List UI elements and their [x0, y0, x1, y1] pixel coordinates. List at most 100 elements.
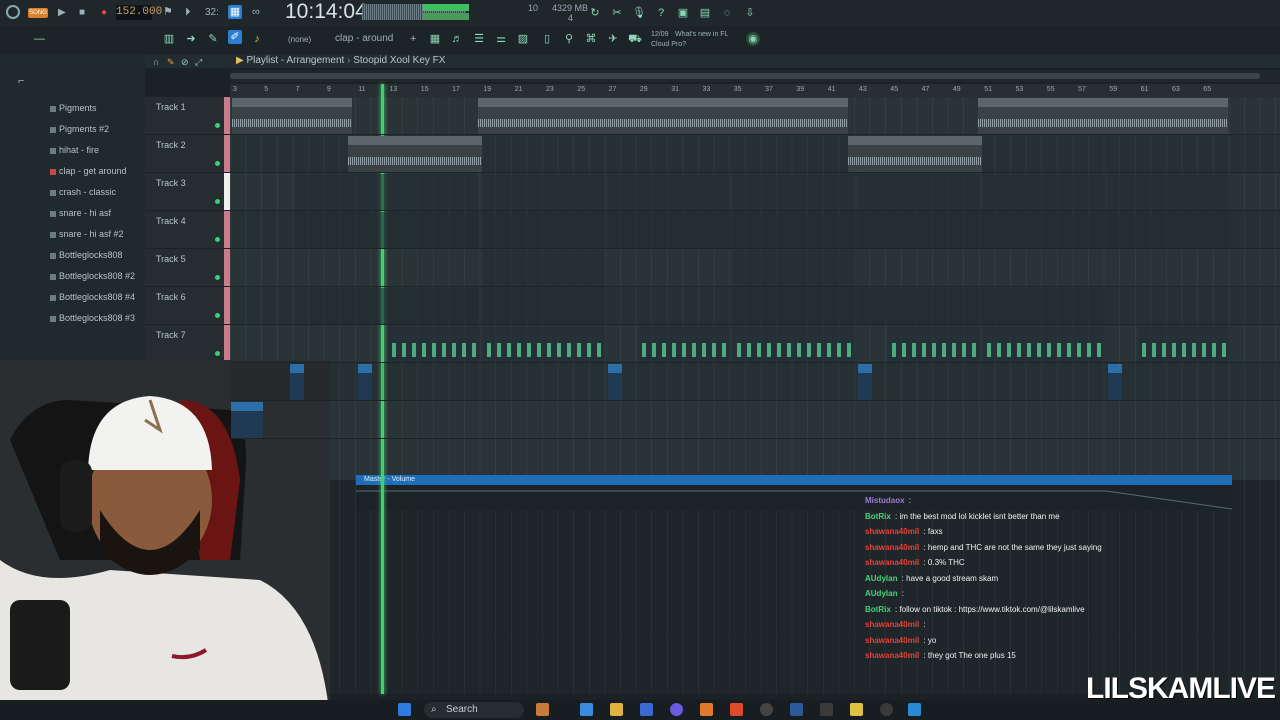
news-subline[interactable]: Cloud Pro?	[651, 38, 686, 52]
playlist-clip[interactable]: clap - get around	[1108, 212, 1230, 248]
track-header[interactable]: Track 1	[145, 97, 230, 135]
playlist-clip[interactable]: Bottleglocks808 #4	[388, 326, 480, 362]
browser-item[interactable]: Pigments #2	[50, 124, 109, 134]
playlist-clip[interactable]: clap - get around	[608, 212, 730, 248]
pencil-icon[interactable]: ✎	[206, 32, 220, 46]
playlist-clip[interactable]: The Smashing Pumpk..eo) [music vocals]	[348, 136, 482, 172]
playlist-clip[interactable]: hihat - fire	[358, 174, 478, 210]
playlist-clip[interactable]: snare - hi asf #2	[733, 250, 855, 286]
playlist-clip[interactable]: hihat - fire	[858, 174, 980, 210]
playlist-clip[interactable]: hihat - fire	[608, 174, 730, 210]
playlist-clip[interactable]: Bottleglocks808 #4	[1138, 326, 1230, 362]
track-header[interactable]: Track 6	[145, 287, 230, 325]
browser-item[interactable]: Bottleglocks808 #2	[50, 271, 135, 281]
playlist-clip[interactable]: snare - hi asf	[983, 288, 1105, 324]
playlist-clip[interactable]: The Smashing Pumpk..eo) [music vocals]	[848, 136, 982, 172]
playlist-clip[interactable]: The..s]	[262, 98, 292, 134]
export-icon[interactable]: ⇩	[743, 6, 757, 20]
obs-icon[interactable]	[760, 703, 773, 716]
browser-item[interactable]: snare - hi asf #2	[50, 229, 124, 239]
pattern-selector[interactable]: clap - around	[335, 32, 393, 46]
browser-icon[interactable]: ☰	[472, 32, 486, 46]
pin-icon[interactable]: ⚲	[562, 32, 576, 46]
browser-item[interactable]: Bottleglocks808 #3	[50, 313, 135, 323]
playlist-clip[interactable]: clap - get around	[983, 212, 1105, 248]
playlist-clip[interactable]: The Smashing Pumpk..o) [music vocals]	[478, 98, 848, 134]
browser-options-icon[interactable]: ⌐	[18, 74, 24, 88]
playlist-clip[interactable]: Bottleglocks808 #2	[983, 326, 1105, 362]
store-icon[interactable]	[640, 703, 653, 716]
mixer-icon[interactable]: ▤	[698, 6, 712, 20]
app-icon[interactable]	[908, 703, 921, 716]
playlist-clip[interactable]: snare - hi asf #2	[483, 250, 605, 286]
pencil-tool-icon[interactable]: ✎	[167, 55, 175, 69]
magnet-icon[interactable]: ∩	[153, 55, 159, 69]
playlist-clip[interactable]: clap -..t around	[295, 212, 357, 248]
stop-button[interactable]: ■	[79, 6, 85, 20]
playlist-clip[interactable]: Th..s]	[292, 98, 322, 134]
metronome-icon[interactable]: ⚑	[163, 5, 173, 19]
app-icon[interactable]	[820, 703, 833, 716]
mic-icon[interactable]: 🎙	[632, 6, 646, 20]
bell-icon[interactable]: ♪	[250, 32, 264, 46]
automation-clip[interactable]: Master - Volume	[356, 475, 1232, 485]
copilot-icon[interactable]	[580, 703, 593, 716]
browser-item[interactable]: Pigments	[50, 103, 97, 113]
browser-item[interactable]: clap - get around	[50, 166, 127, 176]
playlist-clip[interactable]: St..ing	[231, 402, 263, 438]
piano-roll-icon[interactable]: ♬	[450, 32, 464, 46]
playlist-clip[interactable]: clap - get around	[358, 212, 478, 248]
playlist-clip[interactable]: Bottleglocks808 #4	[638, 326, 730, 362]
mute-led[interactable]	[215, 237, 220, 242]
fl-logo-icon[interactable]	[6, 5, 20, 19]
track-header[interactable]: Track 4	[145, 211, 230, 249]
app-icon[interactable]	[536, 703, 549, 716]
zoom-tool-icon[interactable]: ⤢	[195, 55, 202, 69]
track-header[interactable]: Track 2	[145, 135, 230, 173]
track-lane[interactable]	[230, 401, 1280, 439]
playlist-clip[interactable]: The Smashing Pumpk..o) [music vocals]	[978, 98, 1228, 134]
timeline-ruler[interactable]: 3 5 7 9 11 13 15 17 19 21 23 25 27 29 31 33 35 37 39 41 43 45…	[230, 84, 1280, 97]
online-icon[interactable]: ◉	[746, 32, 760, 46]
minus-icon[interactable]: —	[34, 32, 45, 46]
file-icon[interactable]: ▯	[540, 32, 554, 46]
track-header[interactable]: Track 7	[145, 325, 230, 363]
playlist-clip[interactable]: snare - hi asf	[358, 288, 478, 324]
save-icon[interactable]: ▣	[676, 6, 690, 20]
browser-item[interactable]: Bottleglocks808	[50, 250, 123, 260]
song-mode-toggle[interactable]: SONG	[28, 8, 48, 18]
mute-led[interactable]	[215, 123, 220, 128]
playlist-clip[interactable]	[608, 364, 622, 400]
track-lane[interactable]	[230, 363, 1280, 401]
mute-led[interactable]	[215, 199, 220, 204]
channel-rack-icon[interactable]: ▦	[428, 32, 442, 46]
add-pattern-icon[interactable]: +	[410, 32, 416, 46]
playlist-clip[interactable]: Th..s]	[232, 98, 262, 134]
arrow-right-icon[interactable]: ➜	[184, 32, 198, 46]
browser-item[interactable]: hihat - fire	[50, 145, 99, 155]
undo-icon[interactable]: ↻	[588, 6, 602, 20]
windows-start-icon[interactable]	[398, 703, 411, 716]
loop-record-icon[interactable]: ▦	[228, 5, 242, 19]
scroll-thumb[interactable]	[230, 73, 1260, 79]
playlist-clip[interactable]: clap - get around	[483, 212, 605, 248]
brave-icon[interactable]	[730, 703, 743, 716]
playlist-clip[interactable]	[358, 364, 372, 400]
playlist-clip[interactable]: Bottleglocks808 #4	[888, 326, 980, 362]
record-button[interactable]: ●	[101, 6, 107, 20]
tempo-display[interactable]: 152.000	[116, 5, 162, 20]
playlist-clip[interactable]: snare - hi asf	[483, 288, 605, 324]
snap-selector[interactable]: (none)	[288, 33, 311, 47]
arrangement-name[interactable]: Stoopid Xool Key FX	[353, 55, 445, 66]
playlist-clip[interactable]: hihat - fire	[295, 174, 357, 210]
folder-icon[interactable]	[610, 703, 623, 716]
playlist-icon[interactable]: ▥	[162, 32, 176, 46]
brush-icon[interactable]: ✐	[228, 30, 242, 44]
app-icon[interactable]	[850, 703, 863, 716]
browser-item[interactable]: crash - classic	[50, 187, 116, 197]
playlist-clip[interactable]: hihat - fire	[733, 174, 855, 210]
cut-icon[interactable]: ✂	[610, 6, 624, 20]
browser-item[interactable]: Bottleglocks808 #4	[50, 292, 135, 302]
help-icon[interactable]: ?	[654, 6, 668, 20]
tag-icon[interactable]: ⌘	[584, 32, 598, 46]
